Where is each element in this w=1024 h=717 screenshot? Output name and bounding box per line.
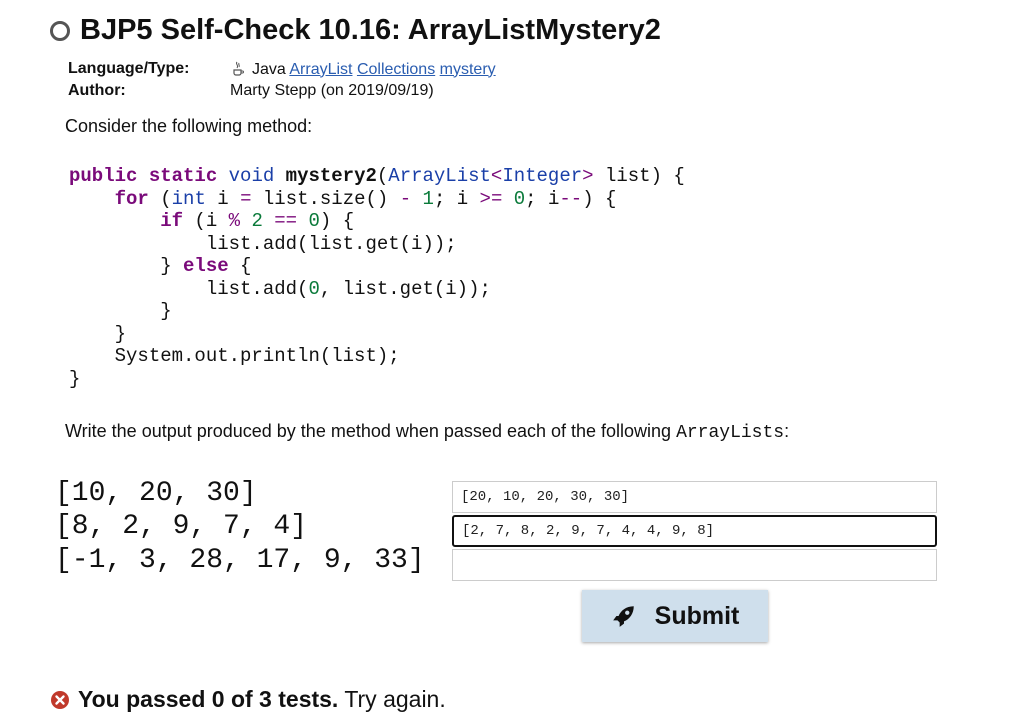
case-input-2: [8, 2, 9, 7, 4] <box>55 511 308 542</box>
case-input-1: [10, 20, 30] <box>55 478 257 509</box>
submit-label: Submit <box>654 601 740 630</box>
tag-mystery[interactable]: mystery <box>440 61 496 78</box>
code-block: public static void mystery2(ArrayList<In… <box>69 165 685 390</box>
language-label: Language/Type: <box>68 60 190 77</box>
write-instruction: Write the output produced by the method … <box>65 421 790 443</box>
answer-input-2[interactable] <box>452 515 937 547</box>
language-text: Java <box>252 60 286 78</box>
test-result: You passed 0 of 3 tests. Try again. <box>50 686 446 713</box>
result-hint: Try again. <box>344 686 446 712</box>
page-title: BJP5 Self-Check 10.16: ArrayListMystery2 <box>80 14 661 46</box>
write-code: ArrayLists <box>676 423 785 443</box>
status-circle-icon <box>50 20 70 41</box>
title-row: BJP5 Self-Check 10.16: ArrayListMystery2 <box>50 14 661 47</box>
problem-intro: Consider the following method: <box>65 116 313 136</box>
tag-arraylist[interactable]: ArrayList <box>289 61 352 78</box>
tag-collections[interactable]: Collections <box>357 61 435 78</box>
language-value: Java ArrayList Collections mystery <box>230 60 496 79</box>
problem-meta: Language/Type: Java ArrayList Collection… <box>68 58 496 102</box>
case-input-3: [-1, 3, 28, 17, 9, 33] <box>55 545 425 576</box>
author-label: Author: <box>68 82 126 99</box>
x-circle-icon <box>51 690 69 709</box>
result-summary: You passed 0 of 3 tests. <box>78 686 339 712</box>
rocket-icon <box>612 606 634 627</box>
java-cup-icon <box>233 61 244 76</box>
answer-input-3[interactable] <box>452 549 937 581</box>
author-value: Marty Stepp (on 2019/09/19) <box>230 82 434 99</box>
submit-button[interactable]: Submit <box>582 590 768 642</box>
answer-input-1[interactable] <box>452 481 937 513</box>
